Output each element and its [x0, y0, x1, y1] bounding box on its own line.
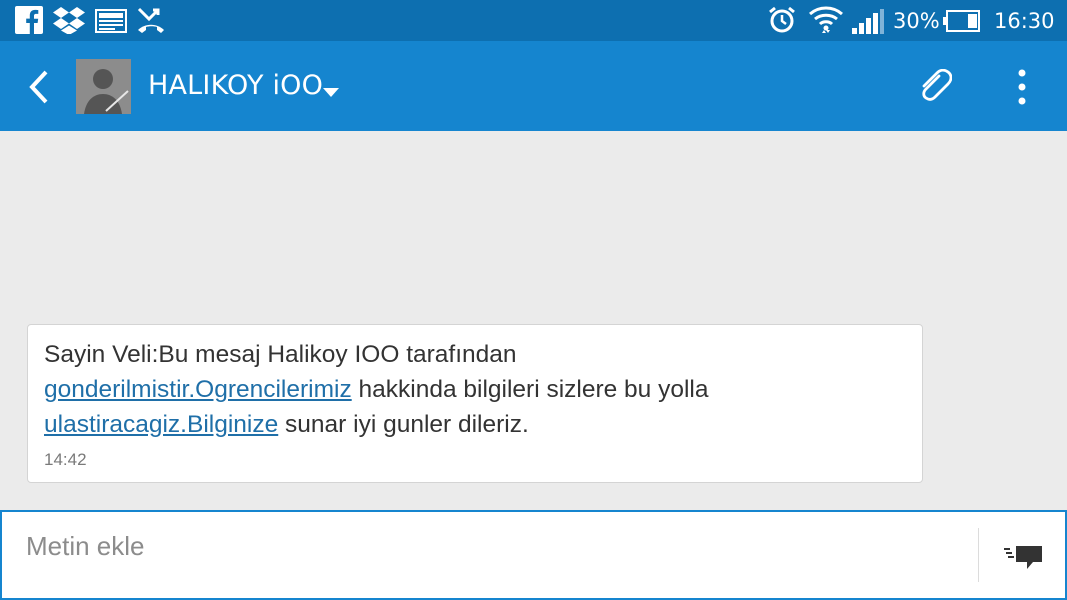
message-bubble[interactable]: Sayin Veli:Bu mesaj Halikoy IOO tarafınd… — [27, 324, 923, 483]
battery-percent: 30% — [893, 9, 940, 33]
dropdown-arrow-icon[interactable] — [323, 83, 339, 102]
message-text: Sayin Veli:Bu mesaj Halikoy IOO tarafınd… — [44, 337, 914, 442]
message-input[interactable] — [26, 526, 956, 566]
status-bar: 30% 16:30 — [0, 0, 1067, 41]
message-link-1[interactable]: gonderilmistir.Ogrencilerimiz — [44, 376, 352, 403]
compose-divider — [978, 528, 979, 582]
clock: 16:30 — [994, 9, 1055, 33]
compose-bar — [0, 510, 1067, 600]
message-line-1: Sayin Veli:Bu mesaj Halikoy IOO tarafınd… — [44, 341, 517, 368]
alarm-icon — [767, 5, 797, 39]
message-link-2[interactable]: ulastiracagiz.Bilginize — [44, 411, 278, 438]
send-message-icon[interactable] — [998, 538, 1048, 574]
message-line-3: sunar iyi gunler dileriz. — [278, 411, 529, 438]
signal-icon — [852, 9, 886, 39]
missed-call-icon — [136, 6, 166, 38]
message-timestamp: 14:42 — [44, 450, 87, 469]
overflow-menu-icon[interactable] — [1016, 69, 1028, 109]
dropbox-icon — [53, 6, 85, 38]
action-bar: HALIKOY iOO — [0, 41, 1067, 131]
facebook-icon — [15, 6, 43, 38]
wifi-icon — [808, 4, 844, 40]
contact-name[interactable]: HALIKOY iOO — [148, 68, 323, 104]
back-icon[interactable] — [24, 69, 52, 109]
avatar[interactable] — [76, 59, 131, 118]
battery-icon — [943, 10, 981, 36]
gallery-icon — [95, 9, 127, 37]
attach-icon[interactable] — [918, 68, 953, 109]
message-line-2: hakkinda bilgileri sizlere bu yolla — [351, 376, 709, 403]
